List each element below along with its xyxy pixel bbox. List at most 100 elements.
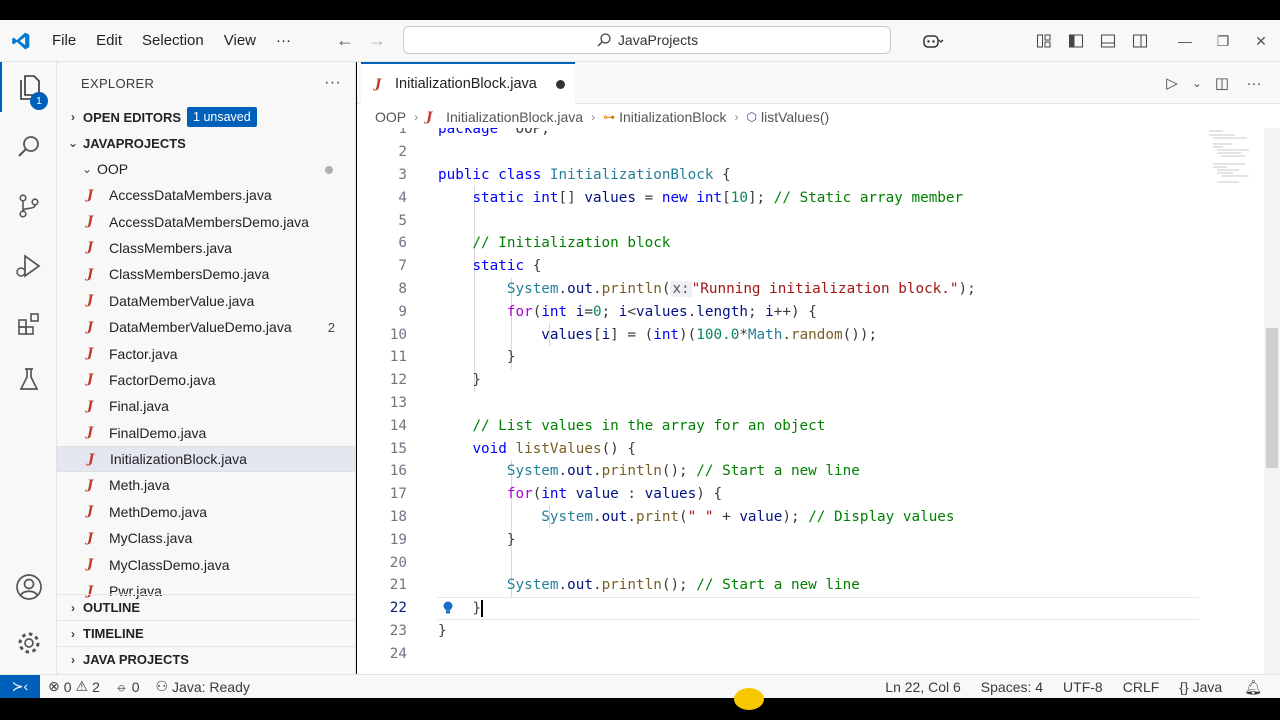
split-editor-icon[interactable]: ◫ (1208, 74, 1236, 92)
line-number: 16 (389, 463, 407, 480)
search-activity[interactable] (0, 122, 57, 172)
code-line[interactable]: 17 for(int value : values) { (357, 483, 1263, 506)
breadcrumb-file[interactable]: InitializationBlock.java (446, 109, 583, 125)
explorer-activity[interactable]: 1 (0, 62, 57, 112)
code-line[interactable]: 23} (357, 620, 1263, 643)
file-item[interactable]: J MethDemo.java (57, 499, 355, 525)
code-line[interactable]: 18 System.out.print(" " + value); // Dis… (357, 506, 1263, 529)
code-line[interactable]: 3 public class InitializationBlock { (357, 164, 1263, 187)
minimize-icon[interactable]: — (1166, 20, 1204, 62)
folder-label: OOP (97, 161, 129, 177)
code-line[interactable]: 10 values[i] = (int)(100.0*Math.random()… (357, 323, 1263, 346)
file-item[interactable]: J DataMemberValue.java (57, 288, 355, 314)
file-item[interactable]: J AccessDataMembersDemo.java (57, 208, 355, 234)
toggle-secondary-sidebar-icon[interactable] (1124, 20, 1156, 62)
code-line[interactable]: 16 System.out.println(); // Start a new … (357, 460, 1263, 483)
customize-layout-icon[interactable] (1028, 20, 1060, 62)
editor-more-icon[interactable]: ··· (1240, 75, 1268, 92)
extensions-activity[interactable] (0, 299, 57, 349)
menu-view[interactable]: View (214, 32, 266, 49)
vertical-scrollbar[interactable] (1264, 128, 1280, 674)
run-icon[interactable]: ▷ (1158, 74, 1186, 92)
code-line[interactable]: 7 static { (357, 255, 1263, 278)
toggle-primary-sidebar-icon[interactable] (1060, 20, 1092, 62)
code-line[interactable]: 8 System.out.println(x: "Running initiali… (357, 278, 1263, 301)
code-line[interactable]: 6 // Initialization block (357, 232, 1263, 255)
source-control-activity[interactable] (0, 181, 57, 231)
menu-more-icon[interactable]: ··· (266, 32, 301, 49)
file-item[interactable]: J MyClass.java (57, 525, 355, 551)
tab-initialization-block[interactable]: J InitializationBlock.java (361, 62, 575, 104)
restore-icon[interactable]: ❐ (1204, 20, 1242, 62)
run-debug-activity[interactable] (0, 241, 57, 291)
code-line[interactable]: 2 (357, 141, 1263, 164)
explorer-more-icon[interactable]: ··· (324, 74, 341, 92)
line-number: 22 (389, 600, 407, 617)
notifications-bell-icon[interactable]: 🔔︎ (1230, 679, 1280, 696)
code-line[interactable]: 14 // List values in the array for an ob… (357, 414, 1263, 437)
code-line[interactable]: 1 package OOP; (357, 128, 1263, 141)
indentation[interactable]: Spaces: 4 (973, 679, 1055, 695)
code-line[interactable]: 19 } (357, 528, 1263, 551)
line-number: 3 (398, 166, 407, 183)
project-section[interactable]: ⌄ JAVAPROJECTS (57, 130, 355, 156)
problems-status[interactable]: ⊗ 0 ⚠ 2 (40, 678, 108, 695)
minimap[interactable] (1205, 128, 1263, 188)
close-window-icon[interactable]: ✕ (1242, 20, 1280, 62)
cursor-position[interactable]: Ln 22, Col 6 (877, 679, 973, 695)
file-item[interactable]: J InitializationBlock.java (57, 445, 355, 473)
code-line[interactable]: 4 static int[] values = new int[10]; // … (357, 186, 1263, 209)
copilot-icon[interactable] (910, 20, 956, 62)
command-center-search[interactable]: JavaProjects (403, 26, 891, 54)
code-line[interactable]: 22 } (357, 597, 1263, 620)
language-mode[interactable]: {} Java (1171, 679, 1230, 695)
file-item[interactable]: J ClassMembersDemo.java (57, 261, 355, 287)
code-line[interactable]: 24 (357, 642, 1263, 665)
accounts-activity[interactable] (0, 562, 57, 612)
outline-section[interactable]: › OUTLINE (57, 594, 355, 620)
file-item[interactable]: J Final.java (57, 393, 355, 419)
chevron-down-icon[interactable]: ⌄ (1190, 77, 1204, 90)
file-item[interactable]: J MyClassDemo.java (57, 551, 355, 577)
code-line[interactable]: 21 System.out.println(); // Start a new … (357, 574, 1263, 597)
java-status[interactable]: ⚇ Java: Ready (147, 678, 257, 695)
line-ending[interactable]: CRLF (1115, 679, 1172, 695)
code-line[interactable]: 11 } (357, 346, 1263, 369)
testing-activity[interactable] (0, 354, 57, 404)
encoding[interactable]: UTF-8 (1055, 679, 1115, 695)
timeline-section[interactable]: › TIMELINE (57, 620, 355, 646)
open-editors-section[interactable]: › OPEN EDITORS 1 unsaved (57, 104, 355, 130)
file-item[interactable]: J Meth.java (57, 472, 355, 498)
file-item[interactable]: J FactorDemo.java (57, 367, 355, 393)
ports-status[interactable]: ⦵ 0 (108, 678, 148, 695)
back-arrow-icon[interactable]: ← (329, 30, 361, 51)
file-item[interactable]: J FinalDemo.java (57, 420, 355, 446)
code-line[interactable]: 12 } (357, 369, 1263, 392)
code-line[interactable]: 20 (357, 551, 1263, 574)
code-line[interactable]: 5 (357, 209, 1263, 232)
java-projects-section[interactable]: › JAVA PROJECTS (57, 646, 355, 672)
code-line[interactable]: 13 (357, 392, 1263, 415)
java-file-icon: J (87, 319, 94, 335)
code-line[interactable]: 9 for(int i=0; i<values.length; i++) { (357, 300, 1263, 323)
scrollbar-thumb[interactable] (1266, 328, 1278, 468)
breadcrumb-folder[interactable]: OOP (375, 109, 406, 125)
remote-indicator-icon[interactable]: ≻‹ (0, 674, 40, 699)
file-item[interactable]: J Factor.java (57, 340, 355, 366)
menu-file[interactable]: File (42, 32, 86, 49)
forward-arrow-icon[interactable]: → (361, 30, 393, 51)
folder-oop[interactable]: ⌄ OOP (57, 156, 355, 182)
code-editor[interactable]: 1 package OOP; 2 3 public class Initializati… (357, 128, 1263, 674)
breadcrumb-method[interactable]: listValues() (761, 109, 829, 125)
warning-icon: ⚠ (75, 678, 89, 694)
file-item[interactable]: J AccessDataMembers.java (57, 182, 355, 208)
code-line[interactable]: 15 void listValues() { (357, 437, 1263, 460)
menu-edit[interactable]: Edit (86, 32, 132, 49)
breadcrumb-class[interactable]: InitializationBlock (619, 109, 726, 125)
unsaved-dot[interactable] (556, 80, 565, 89)
file-item[interactable]: J DataMemberValueDemo.java 2 (57, 314, 355, 340)
toggle-panel-icon[interactable] (1092, 20, 1124, 62)
file-item[interactable]: J ClassMembers.java (57, 235, 355, 261)
menu-selection[interactable]: Selection (132, 32, 214, 49)
manage-activity[interactable] (0, 618, 57, 668)
